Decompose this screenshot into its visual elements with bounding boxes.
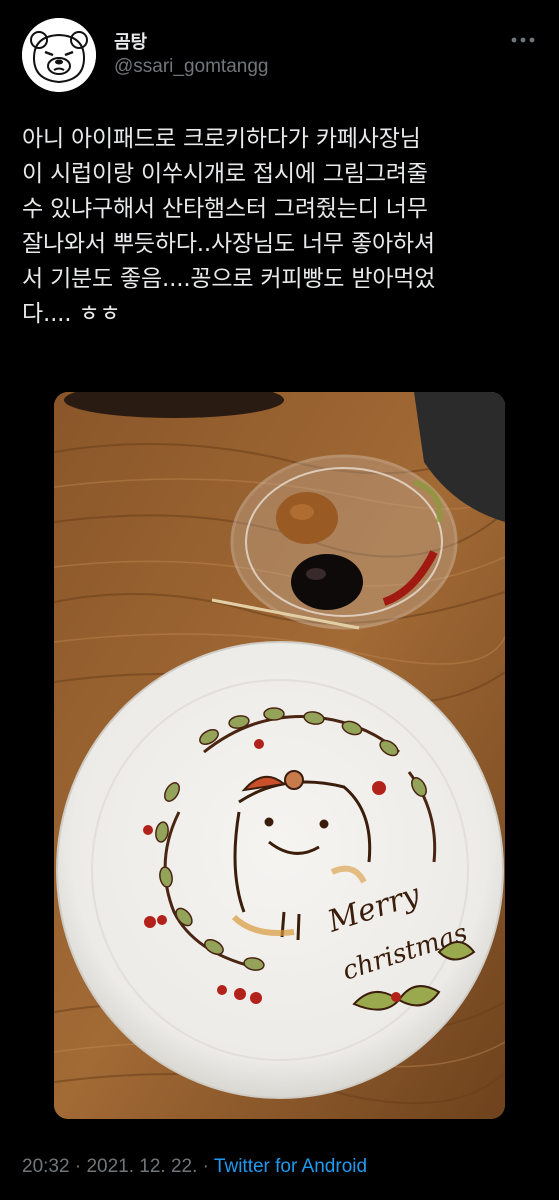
tweet: 곰탕 @ssari_gomtangg 아니 아이패드로 크로키하다가 카페사장님…: [0, 0, 559, 1200]
tweet-photo[interactable]: Merry christmas: [54, 392, 505, 1119]
avatar[interactable]: [22, 18, 96, 92]
tweet-date[interactable]: 2021. 12. 22.: [86, 1156, 197, 1177]
tweet-text-line: 서 기분도 좋음....꽁으로 커피빵도 받아먹었: [22, 266, 436, 292]
tweet-text-line: 다.... ㅎㅎ: [22, 301, 121, 327]
more-horizontal-icon: [511, 37, 535, 43]
tweet-text-line: 잘나와서 뿌듯하다..사장님도 너무 좋아하셔: [22, 231, 435, 257]
meta-separator: ·: [202, 1156, 209, 1177]
tweet-text-line: 이 시럽이랑 이쑤시개로 접시에 그림그려줄: [22, 161, 428, 187]
more-options-button[interactable]: [509, 26, 537, 54]
bear-avatar-icon: [22, 18, 96, 92]
plate-photo: Merry christmas: [54, 392, 505, 1119]
tweet-header: 곰탕 @ssari_gomtangg: [22, 18, 537, 92]
tweet-source-link[interactable]: Twitter for Android: [214, 1156, 367, 1177]
meta-separator: ·: [74, 1156, 82, 1177]
author-handle[interactable]: @ssari_gomtangg: [114, 56, 268, 78]
tweet-metadata: 20:32 · 2021. 12. 22. · Twitter for Andr…: [22, 1156, 367, 1178]
tweet-time[interactable]: 20:32: [22, 1156, 70, 1177]
author-display-name[interactable]: 곰탕: [114, 28, 147, 54]
tweet-text-line: 아니 아이패드로 크로키하다가 카페사장님: [22, 126, 421, 152]
tweet-text-line: 수 있냐구해서 산타햄스터 그려줬는디 너무: [22, 196, 428, 222]
tweet-text: 아니 아이패드로 크로키하다가 카페사장님 이 시럽이랑 이쑤시개로 접시에 그…: [22, 122, 542, 332]
